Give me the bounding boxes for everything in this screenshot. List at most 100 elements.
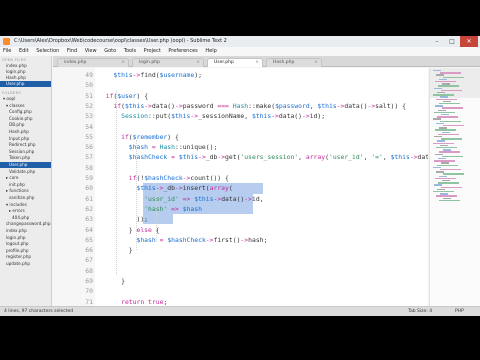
code-line[interactable]	[98, 163, 428, 173]
code-line[interactable]: if($user) {	[98, 91, 428, 101]
menu-bar: File Edit Selection Find View Goto Tools…	[0, 47, 480, 56]
folder-tree-item[interactable]: Hash.php	[0, 129, 51, 135]
minimap-line	[439, 78, 447, 81]
code-line[interactable]: }	[98, 245, 428, 255]
menu-help[interactable]: Help	[205, 48, 216, 54]
code-line[interactable]	[98, 122, 428, 132]
menu-tools[interactable]: Tools	[124, 48, 136, 54]
tab-close-icon[interactable]: ×	[121, 59, 125, 67]
code-line[interactable]: if($this->data()->password === Hash::mak…	[98, 101, 428, 111]
folder-tree-item[interactable]: ▸ errors	[0, 208, 51, 214]
line-number: 62	[85, 204, 93, 213]
open-file-item-active[interactable]: User.php	[0, 81, 51, 87]
code-line[interactable]: $hash = $hashCheck->first()->hash;	[98, 235, 428, 245]
code-line[interactable]	[98, 255, 428, 265]
minimap-line	[436, 122, 444, 125]
maximize-button[interactable]: □	[445, 36, 459, 47]
tab-bar: index.php × login.php × User.php × Hash.php ×	[53, 56, 480, 67]
code-line[interactable]: 'hash' => $hash	[98, 204, 428, 214]
window-title: C:\Users\Alex\Dropbox\Web\codecourse\oop…	[14, 38, 227, 44]
line-number: 70	[85, 287, 93, 296]
menu-selection[interactable]: Selection	[36, 48, 59, 54]
code-editor[interactable]: 49 $this->find($username); 50 51 if($user)…	[53, 68, 428, 306]
folder-tree-item[interactable]: ▾ oopl	[0, 96, 51, 102]
minimap[interactable]	[429, 68, 480, 306]
code-line[interactable]: $hashCheck = $this->_db->get('users_sess…	[98, 152, 428, 162]
tab-close-icon[interactable]: ×	[255, 59, 259, 67]
minimap-line	[433, 70, 441, 72]
close-button[interactable]: ✕	[460, 36, 478, 47]
line-number: 67	[85, 256, 93, 265]
tab-login-php[interactable]: login.php ×	[132, 58, 204, 67]
menu-find[interactable]: Find	[67, 48, 77, 54]
folder-tree-item[interactable]: Cookie.php	[0, 116, 51, 122]
folder-tree-item[interactable]: logout.php	[0, 241, 51, 247]
menu-project[interactable]: Project	[144, 48, 161, 54]
folder-tree-item[interactable]: profile.php	[0, 248, 51, 254]
menu-goto[interactable]: Goto	[104, 48, 116, 54]
code-line[interactable]: $this->_db->insert(array(	[98, 183, 428, 193]
minimap-line	[441, 114, 449, 116]
minimap-line	[435, 153, 443, 155]
tab-index-php[interactable]: index.php ×	[57, 58, 129, 67]
line-number: 71	[85, 297, 93, 306]
line-number: 63	[85, 215, 93, 224]
line-number: 56	[85, 143, 93, 152]
folder-tree-item[interactable]: ▸ core	[0, 175, 51, 181]
folder-tree-item[interactable]: update.php	[0, 261, 51, 267]
folder-tree-item[interactable]: Session.php	[0, 149, 51, 155]
code-line[interactable]	[98, 266, 428, 276]
menu-preferences[interactable]: Preferences	[168, 48, 197, 54]
minimize-button[interactable]: –	[430, 36, 444, 47]
folder-tree-item[interactable]: index.php	[0, 228, 51, 234]
code-line[interactable]	[98, 80, 428, 90]
folder-tree-item[interactable]: Token.php	[0, 155, 51, 161]
folder-tree-item[interactable]: 404.php	[0, 215, 51, 221]
folder-tree-item[interactable]: User.php	[0, 162, 51, 168]
code-line[interactable]: 'user_id' => $this->data()->id,	[98, 194, 428, 204]
menu-file[interactable]: File	[3, 48, 11, 54]
minimap-line	[442, 131, 450, 133]
folder-tree-item[interactable]: init.php	[0, 182, 51, 188]
folder-tree-item[interactable]: Validate.php	[0, 169, 51, 175]
code-line[interactable]: if($remember) {	[98, 132, 428, 142]
indent-guide	[116, 90, 117, 275]
minimap-line	[440, 193, 448, 195]
code-line[interactable]: if(!$hashCheck->count()) {	[98, 173, 428, 183]
code-line[interactable]: }	[98, 276, 428, 286]
code-line[interactable]: Session::put($this->_sessionName, $this-…	[98, 111, 428, 121]
tab-close-icon[interactable]: ×	[196, 59, 200, 67]
folder-tree-item[interactable]: Input.php	[0, 136, 51, 142]
menu-view[interactable]: View	[85, 48, 97, 54]
folder-tree-item[interactable]: ▸ functions	[0, 188, 51, 194]
folder-tree-item[interactable]: sanitize.php	[0, 195, 51, 201]
tab-close-icon[interactable]: ×	[314, 59, 318, 67]
line-number: 49	[85, 71, 93, 79]
code-line[interactable]	[98, 286, 428, 296]
code-line[interactable]: $hash = Hash::unique();	[98, 142, 428, 152]
folder-tree-item[interactable]: DB.php	[0, 122, 51, 128]
minimap-line	[443, 125, 464, 127]
line-number: 53	[85, 112, 93, 121]
tab-user-php[interactable]: User.php ×	[207, 58, 263, 67]
folder-tree-item[interactable]: ▾ includes	[0, 202, 51, 208]
folder-tree-item[interactable]: changepassword.php	[0, 221, 51, 227]
code-line[interactable]: $this->find($username);	[98, 70, 428, 80]
folder-tree-item[interactable]: register.php	[0, 254, 51, 260]
code-line[interactable]: ));	[98, 214, 428, 224]
code-line[interactable]: } else {	[98, 225, 428, 235]
syntax-indicator[interactable]: PHP	[455, 307, 464, 316]
line-number: 57	[85, 153, 93, 162]
folder-tree-item[interactable]: Config.php	[0, 109, 51, 115]
menu-edit[interactable]: Edit	[19, 48, 29, 54]
tab-label: Hash.php	[273, 60, 295, 65]
sidebar: OPEN FILES index.php login.php Hash.php …	[0, 56, 52, 306]
selection-status: 4 lines, 97 characters selected	[4, 309, 74, 314]
folder-tree-item[interactable]: ▾ classes	[0, 103, 51, 109]
tab-hash-php[interactable]: Hash.php ×	[266, 58, 322, 67]
code-line[interactable]: return true;	[98, 297, 428, 306]
tab-size-indicator[interactable]: Tab Size: 4	[408, 307, 432, 316]
folder-tree-item[interactable]: Redirect.php	[0, 142, 51, 148]
folder-tree-item[interactable]: login.php	[0, 235, 51, 241]
minimap-line	[442, 107, 463, 109]
